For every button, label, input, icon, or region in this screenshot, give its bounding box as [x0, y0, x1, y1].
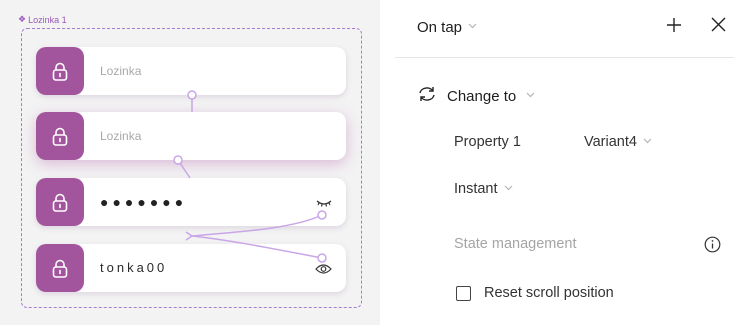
prototype-canvas[interactable]: ❖ Lozinka 1 Lozinka Lozinka ●●●●●●● tonk…	[0, 0, 380, 325]
close-button[interactable]	[705, 14, 731, 40]
password-field-variant-1[interactable]: Lozinka	[36, 47, 346, 95]
action-dropdown[interactable]: Change to	[417, 86, 535, 106]
state-management-label: State management	[454, 236, 577, 252]
masked-password: ●●●●●●●	[100, 194, 188, 210]
reset-scroll-label: Reset scroll position	[484, 285, 614, 301]
info-icon[interactable]	[704, 236, 721, 258]
property-value: Variant4	[584, 134, 637, 150]
trigger-label: On tap	[417, 19, 463, 36]
add-interaction-button[interactable]	[661, 14, 687, 40]
chevron-down-icon	[504, 183, 513, 194]
chevron-down-icon	[526, 90, 535, 101]
visible-password: tonka00	[100, 260, 168, 275]
chevron-down-icon	[468, 21, 477, 32]
panel-header: On tap	[395, 0, 734, 58]
animation-dropdown[interactable]: Instant	[454, 181, 513, 197]
swap-arrows-icon	[417, 86, 437, 106]
property-value-dropdown[interactable]: Variant4	[584, 134, 652, 150]
field-placeholder: Lozinka	[100, 129, 142, 143]
lock-icon	[36, 178, 84, 226]
eye-closed-icon[interactable]	[316, 196, 332, 214]
close-icon	[711, 17, 726, 37]
lock-icon	[36, 112, 84, 160]
animation-label: Instant	[454, 181, 498, 197]
reset-scroll-checkbox[interactable]	[456, 285, 471, 301]
field-placeholder: Lozinka	[100, 64, 142, 78]
action-label: Change to	[447, 87, 517, 105]
password-field-variant-3[interactable]: ●●●●●●●	[36, 178, 346, 226]
frame-label-text: Lozinka 1	[28, 14, 67, 25]
frame-label[interactable]: ❖ Lozinka 1	[18, 14, 67, 25]
property-name: Property 1	[454, 134, 521, 150]
plus-icon	[666, 17, 682, 38]
reset-scroll-option[interactable]: Reset scroll position	[456, 285, 614, 301]
chevron-down-icon	[643, 136, 652, 147]
lock-icon	[36, 47, 84, 95]
lock-icon	[36, 244, 84, 292]
password-field-variant-4[interactable]: tonka00	[36, 244, 346, 292]
component-diamond-icon: ❖	[18, 14, 27, 24]
interaction-panel: On tap Change to Property 1 Variant4 Ins…	[395, 0, 734, 325]
trigger-dropdown[interactable]: On tap	[417, 19, 477, 36]
password-field-variant-2[interactable]: Lozinka	[36, 112, 346, 160]
eye-icon[interactable]	[315, 262, 332, 280]
